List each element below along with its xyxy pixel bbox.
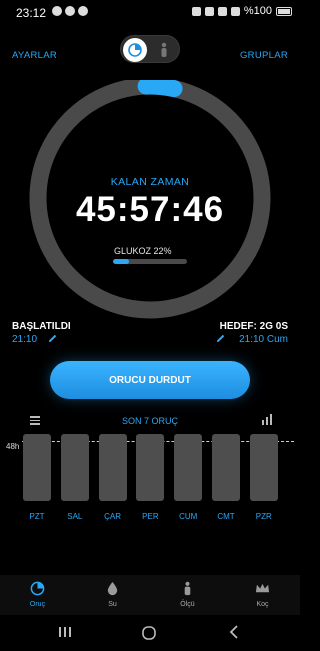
mode-toggle[interactable] <box>120 35 180 63</box>
person-icon <box>161 42 167 57</box>
history-title: SON 7 ORUÇ <box>121 416 178 426</box>
goal-time[interactable]: 21:10 Cum <box>239 334 288 345</box>
settings-link[interactable]: AYARLAR <box>12 50 57 61</box>
history-day-label: ÇAR <box>104 512 122 521</box>
notification-app-icon <box>52 6 62 16</box>
nav-water[interactable]: Su <box>75 575 150 615</box>
fasting-mode-knob <box>123 38 147 62</box>
countdown-timer: 45:57:46 <box>75 190 225 229</box>
nav-label: Koç <box>256 601 269 608</box>
bottom-navigation: Oruç Su Ölçü Koç <box>0 575 300 615</box>
crown-icon <box>255 583 270 593</box>
wifi-icon <box>217 6 227 16</box>
body-mode-option[interactable] <box>157 41 171 59</box>
status-time: 23:12 <box>16 6 47 20</box>
home-icon[interactable] <box>141 625 157 641</box>
ring-progress-arc[interactable] <box>137 80 183 98</box>
history-day-bar[interactable] <box>249 434 278 501</box>
battery-icon <box>276 6 292 16</box>
nav-fasting[interactable]: Oruç <box>0 575 75 615</box>
glucose-progress-bar <box>113 259 187 264</box>
history-day-bar[interactable] <box>23 434 51 501</box>
history-day-bar[interactable] <box>60 434 89 501</box>
history-day-bar[interactable] <box>136 434 165 501</box>
fasting-timer-icon <box>128 43 142 57</box>
stop-fast-button[interactable]: ORUCU DURDUT <box>50 361 250 399</box>
do-not-disturb-icon <box>78 6 88 16</box>
history-day-label: PZT <box>29 512 45 521</box>
battery-text: %100 <box>243 5 272 17</box>
body-measure-icon <box>184 581 191 596</box>
history-day-bar[interactable] <box>174 434 203 501</box>
status-bar: 23:12 %100 <box>0 0 300 26</box>
goal-title: HEDEF: 2G 0S <box>219 321 288 332</box>
history-day-label: CUM <box>179 512 198 521</box>
glucose-progress-fill <box>113 259 130 264</box>
hours-axis-label: 48h <box>6 442 20 451</box>
water-drop-icon <box>107 581 118 596</box>
fasting-timer-icon <box>30 581 45 596</box>
signal-icon <box>230 6 240 16</box>
alarm-icon <box>191 6 201 16</box>
groups-link[interactable]: GRUPLAR <box>240 50 288 61</box>
nav-label: Ölçü <box>180 601 195 608</box>
history-day-label: PZR <box>255 512 272 521</box>
back-icon[interactable] <box>228 625 240 639</box>
history-day-label: CMT <box>217 512 235 521</box>
system-navigation <box>0 615 300 651</box>
whatsapp-icon <box>65 6 75 16</box>
nav-label: Su <box>108 601 117 608</box>
history-day-label: SAL <box>67 512 83 521</box>
started-time[interactable]: 21:10 <box>12 334 37 345</box>
notification-icons <box>52 6 88 16</box>
history-day-bar[interactable] <box>212 434 240 501</box>
history-day-label: PER <box>142 512 159 521</box>
bar-chart-icon[interactable] <box>261 414 273 425</box>
system-status-icons: %100 <box>191 5 292 17</box>
pencil-icon[interactable] <box>47 333 58 344</box>
nav-coach[interactable]: Koç <box>225 575 300 615</box>
history-day-bar[interactable] <box>98 434 127 501</box>
mute-icon <box>204 6 214 16</box>
recent-apps-icon[interactable] <box>58 625 72 639</box>
nav-measure[interactable]: Ölçü <box>150 575 225 615</box>
glucose-label: GLUKOZ 22% <box>114 246 172 256</box>
nav-label: Oruç <box>29 601 46 608</box>
pencil-icon[interactable] <box>215 333 226 344</box>
started-title: BAŞLATILDI <box>12 321 71 332</box>
remaining-time-label: KALAN ZAMAN <box>110 176 190 188</box>
